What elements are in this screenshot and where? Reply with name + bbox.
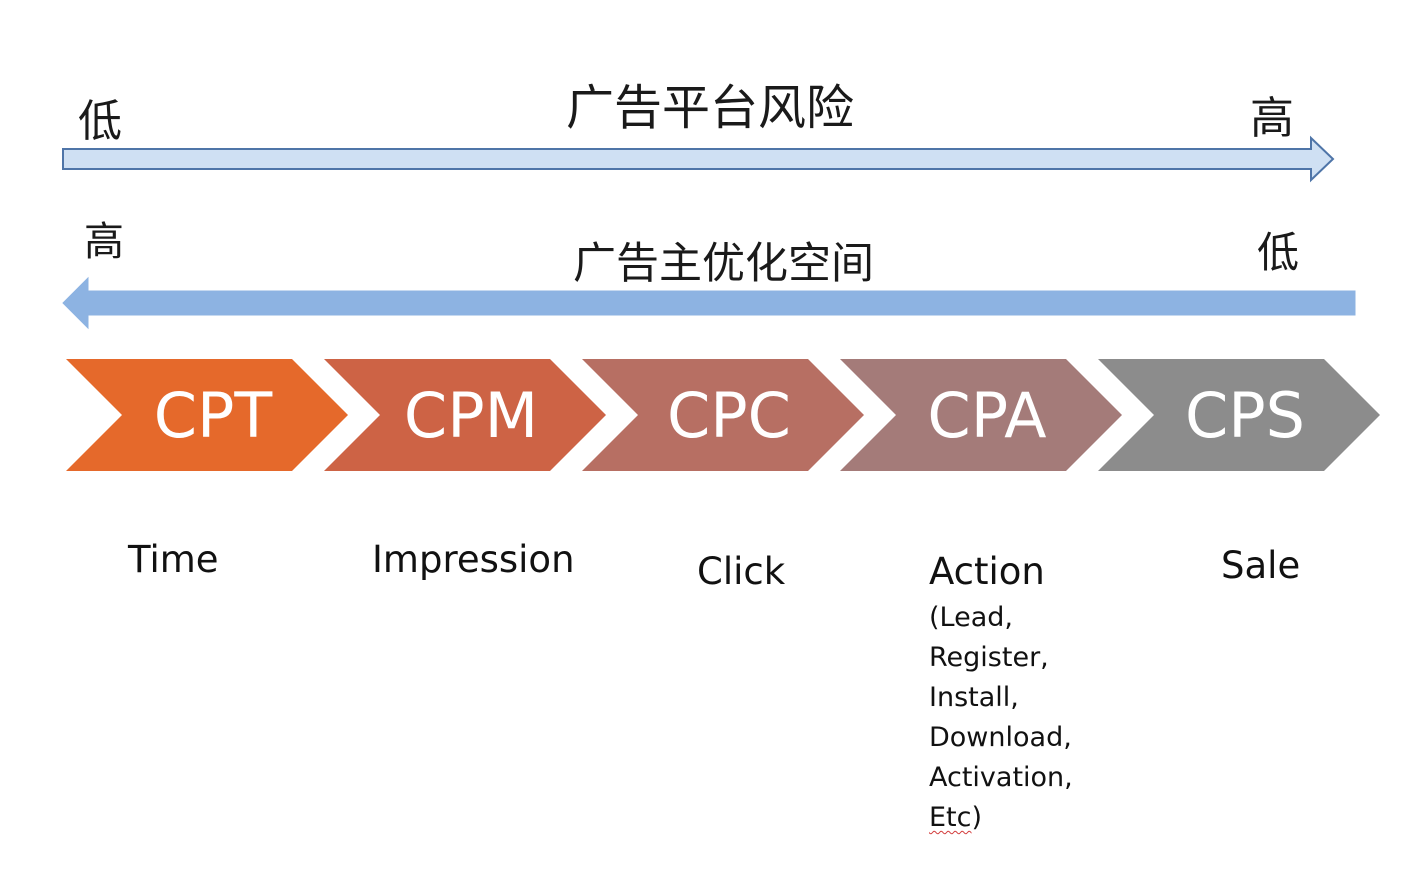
action-detail-line: (Lead, <box>929 602 1013 633</box>
chevron-cps: CPS <box>1098 359 1380 471</box>
action-detail-line: Install, <box>929 682 1019 713</box>
caption-time: Time <box>128 538 219 581</box>
chevron-label: CPT <box>154 379 274 452</box>
chevron-label: CPS <box>1185 379 1305 452</box>
action-details: (Lead, Register, Install, Download, Acti… <box>929 598 1073 838</box>
caption-sale: Sale <box>1221 544 1301 587</box>
chevron-label: CPC <box>667 379 791 452</box>
action-detail-line: Register, <box>929 642 1049 673</box>
action-detail-line: Download, <box>929 722 1072 753</box>
caption-impression: Impression <box>372 538 575 581</box>
caption-action: Action <box>929 550 1045 593</box>
action-detail-close: ) <box>971 802 983 833</box>
action-detail-line-last: Etc) <box>929 798 1073 838</box>
chevron-cpc: CPC <box>582 359 864 471</box>
chevron-cpt: CPT <box>66 359 348 471</box>
action-detail-line: Activation, <box>929 762 1073 793</box>
chevron-cpm: CPM <box>324 359 606 471</box>
pricing-model-chevrons: CPT CPM CPC CPA CPS <box>66 359 1380 471</box>
chevron-label: CPA <box>927 379 1046 452</box>
chevron-cpa: CPA <box>840 359 1122 471</box>
caption-click: Click <box>697 550 786 593</box>
action-detail-etc: Etc <box>929 802 972 833</box>
chevron-label: CPM <box>404 379 538 452</box>
